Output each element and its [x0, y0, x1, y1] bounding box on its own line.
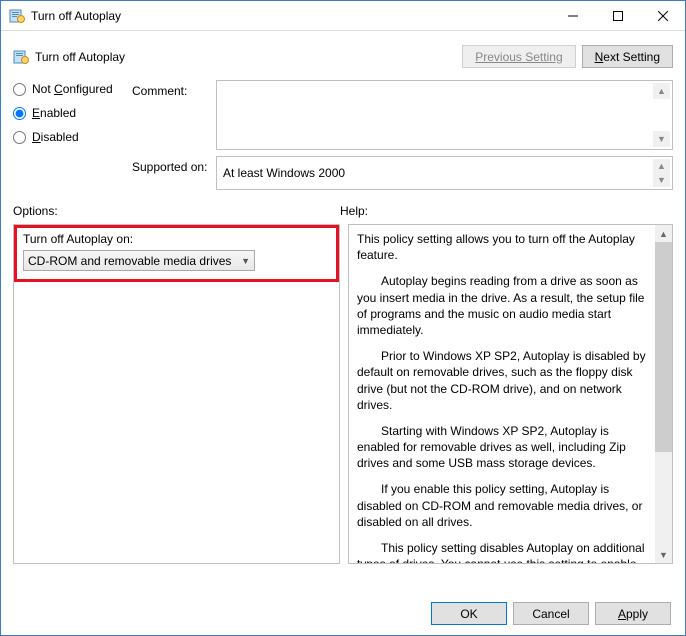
help-text: Starting with Windows XP SP2, Autoplay i… [357, 423, 647, 472]
previous-setting-button: Previous Setting [462, 45, 575, 68]
autoplay-target-select[interactable]: CD-ROM and removable media drives ▼ [23, 250, 255, 271]
chevron-down-icon[interactable]: ▼ [653, 131, 670, 147]
chevron-down-icon: ▼ [241, 256, 250, 266]
help-text: Prior to Windows XP SP2, Autoplay is dis… [357, 348, 647, 413]
comment-label: Comment: [132, 80, 212, 150]
help-text: This policy setting allows you to turn o… [357, 231, 647, 263]
policy-title: Turn off Autoplay [35, 50, 125, 64]
titlebar: Turn off Autoplay [1, 1, 685, 31]
cancel-button[interactable]: Cancel [513, 602, 589, 625]
help-text: This policy setting disables Autoplay on… [357, 540, 647, 563]
next-setting-button[interactable]: Next Setting [582, 45, 673, 68]
radio-not-configured-input[interactable] [13, 83, 26, 96]
scrollbar[interactable]: ▲ ▼ [655, 225, 672, 563]
options-panel: Turn off Autoplay on: CD-ROM and removab… [13, 224, 340, 564]
help-text: If you enable this policy setting, Autop… [357, 481, 647, 530]
chevron-up-icon[interactable]: ▲ [653, 83, 670, 99]
comment-field[interactable]: ▲ ▼ [216, 80, 673, 150]
window-title: Turn off Autoplay [31, 9, 550, 23]
help-text: Autoplay begins reading from a drive as … [357, 273, 647, 338]
policy-icon [9, 8, 25, 24]
radio-enabled[interactable]: Enabled [13, 106, 128, 120]
scrollbar-thumb[interactable] [655, 242, 672, 452]
dialog-footer: OK Cancel Apply [431, 602, 671, 625]
policy-header: Turn off Autoplay Previous Setting Next … [13, 41, 673, 78]
policy-icon [13, 49, 29, 65]
select-value: CD-ROM and removable media drives [28, 254, 231, 268]
maximize-button[interactable] [595, 1, 640, 30]
chevron-up-icon[interactable]: ▲ [653, 159, 670, 173]
help-panel-wrap: This policy setting allows you to turn o… [348, 224, 673, 564]
radio-enabled-input[interactable] [13, 107, 26, 120]
supported-label: Supported on: [132, 156, 212, 190]
chevron-up-icon[interactable]: ▲ [655, 225, 672, 242]
radio-not-configured[interactable]: Not Configured [13, 82, 128, 96]
options-heading: Options: [13, 204, 340, 218]
help-panel: This policy setting allows you to turn o… [349, 225, 655, 563]
radio-disabled-input[interactable] [13, 131, 26, 144]
supported-text: At least Windows 2000 [223, 166, 345, 180]
ok-button[interactable]: OK [431, 602, 507, 625]
option-label: Turn off Autoplay on: [23, 232, 330, 246]
close-button[interactable] [640, 1, 685, 30]
radio-disabled[interactable]: Disabled [13, 130, 128, 144]
chevron-down-icon[interactable]: ▼ [655, 546, 672, 563]
scrollbar[interactable]: ▲ ▼ [653, 159, 670, 187]
help-heading: Help: [340, 204, 368, 218]
supported-field: At least Windows 2000 ▲ ▼ [216, 156, 673, 190]
options-highlight: Turn off Autoplay on: CD-ROM and removab… [14, 225, 339, 282]
scrollbar[interactable]: ▲ ▼ [653, 83, 670, 147]
minimize-button[interactable] [550, 1, 595, 30]
chevron-down-icon[interactable]: ▼ [653, 173, 670, 187]
apply-button[interactable]: Apply [595, 602, 671, 625]
